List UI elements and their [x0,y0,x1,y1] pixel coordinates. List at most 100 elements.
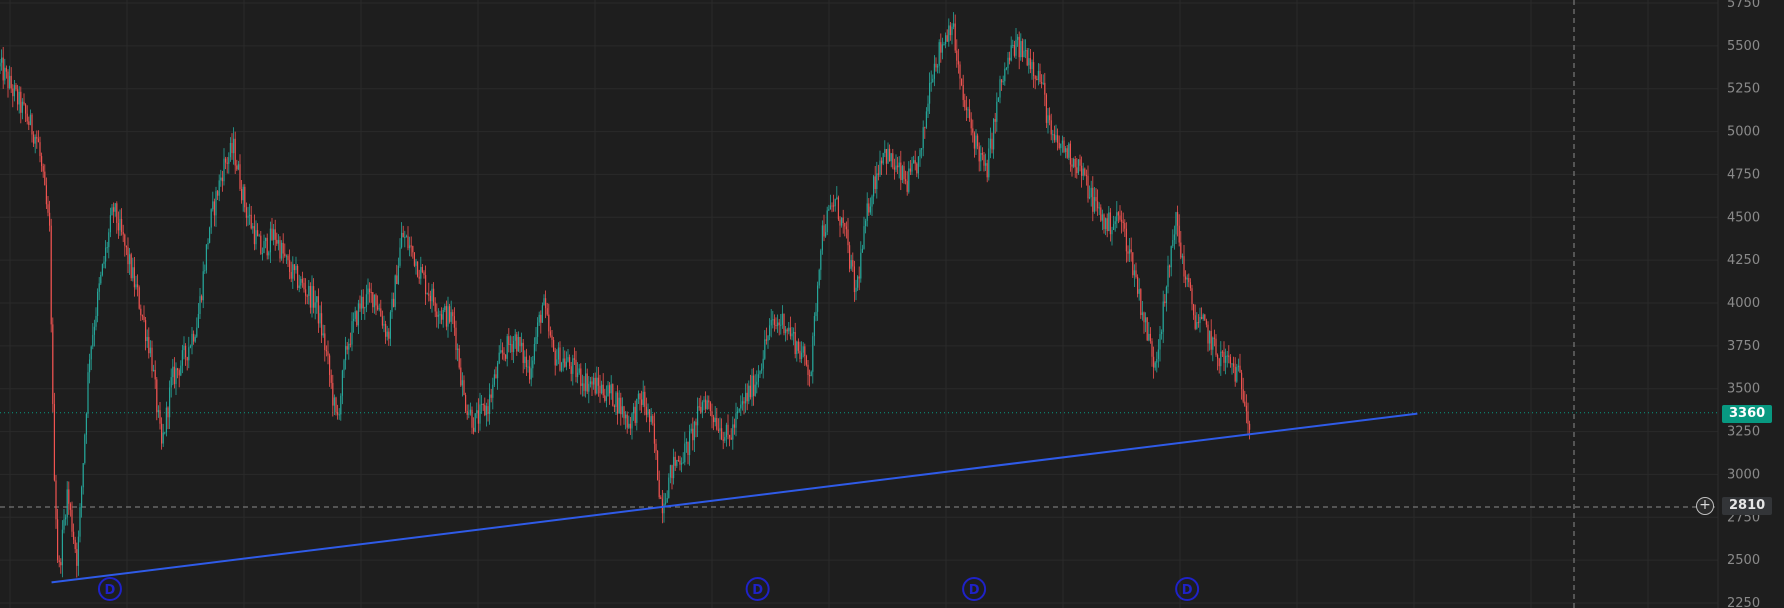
candle-body [759,370,761,375]
candle-body [1173,234,1175,240]
candle-body [445,306,447,327]
candle-body [637,393,639,399]
candle-body [842,217,844,223]
candle-body [482,403,484,405]
candle-body [972,128,974,133]
candle-body [665,502,667,504]
candle-body [1132,252,1134,276]
event-marker[interactable]: D [745,577,770,601]
candle-body [738,408,740,412]
candle-body [1149,333,1151,342]
candle-body [1138,289,1140,294]
candle-body [58,560,60,563]
event-marker[interactable]: D [962,577,987,601]
candle-body [1244,401,1246,406]
candle-body [149,347,151,354]
candle-body [226,162,228,164]
event-marker-label: D [969,583,980,598]
candle-body [543,298,545,306]
candle-body [1105,218,1107,230]
candle-body [1060,143,1062,149]
candle-body [1170,246,1172,268]
price-chart[interactable]: D D D D 5750 5500 5250 5000 4750 4500 4250 4000 375… [0,0,1784,608]
candle-body [204,270,206,272]
candle-body [207,242,209,245]
candle-body [887,148,889,164]
plus-circle-icon[interactable]: + [1696,497,1714,515]
candle-body [703,399,705,403]
candle-body [695,421,697,426]
candle-body [57,519,59,561]
candle-body [679,460,681,465]
candle-body [557,347,559,360]
candle-body [1037,70,1039,81]
candle-body [15,85,17,90]
candle-body [820,250,822,270]
candle-body [1103,214,1105,230]
candle-body [844,222,846,227]
candle-body [954,23,956,51]
candle-body [340,395,342,415]
candle-body [442,309,444,320]
candle-body [477,410,479,424]
candle-body [698,406,700,408]
candle-body [999,79,1001,98]
candle-body [509,344,511,346]
candle-body [1188,277,1190,283]
candle-body [937,65,939,68]
event-marker[interactable]: D [97,577,122,601]
chart-area[interactable]: D D D D 5750 5500 5250 5000 4750 4500 4250 4000 375… [0,0,1784,608]
candle-body [441,314,443,320]
candle-body [847,229,849,246]
candle-body [530,368,532,380]
candle-body [460,367,462,386]
candle-body [133,267,135,288]
candle-body [1167,265,1169,287]
candle-body [114,203,116,212]
candle-body [922,127,924,149]
candle-body [612,384,614,406]
candle-body [327,351,329,356]
candle-body [775,324,777,327]
candle-body [733,424,735,428]
candle-body [962,85,964,101]
candle-body [60,562,62,566]
event-marker[interactable]: D [1175,577,1200,601]
candle-body [628,423,630,428]
candle-body [505,354,507,359]
candle-body [153,369,155,372]
candle-body [930,82,932,84]
candle-body [961,78,963,86]
candle-body [684,443,686,463]
candle-body [993,118,995,150]
candle-body [754,384,756,396]
candle-body [788,327,790,332]
candle-body [1140,289,1142,316]
candle-body [1162,301,1164,332]
candle-body [527,366,529,368]
candle-body [63,519,65,530]
price-axis[interactable]: 5750 5500 5250 5000 4750 4500 4250 4000 3750 3500… [1727,0,1760,608]
candle-body [1077,159,1079,174]
candle-body [724,437,726,441]
candle-body [532,360,534,369]
candle-body [428,293,430,296]
candle-body [634,406,636,423]
candle-body [853,266,855,293]
candle-body [1050,120,1052,135]
candle-body [188,347,190,361]
candle-body [985,163,987,166]
candle-body [1068,143,1070,158]
candle-body [572,358,574,374]
candle-body [487,406,489,415]
candle-body [167,407,169,418]
candle-body [98,283,100,292]
candle-body [749,385,751,398]
candle-body [1036,78,1038,81]
candle-body [631,413,633,429]
candle-body [218,180,220,196]
candle-body [535,336,537,345]
candle-body [311,286,313,308]
trendline[interactable] [51,412,1418,584]
candle-body [1058,142,1060,149]
